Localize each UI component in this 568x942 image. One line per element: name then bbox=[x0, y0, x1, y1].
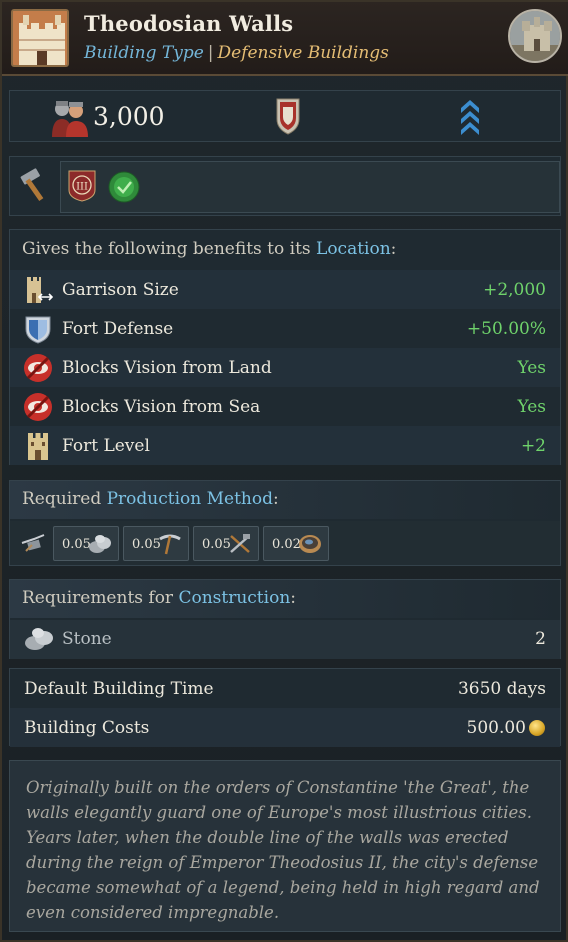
blocks-vision-icon bbox=[23, 353, 53, 383]
fort-defense-icon bbox=[23, 314, 53, 344]
hammer-icon bbox=[18, 168, 52, 202]
shield-icon bbox=[276, 97, 300, 135]
flavor-text-panel: Originally built on the orders of Consta… bbox=[9, 760, 561, 932]
location-portrait[interactable] bbox=[508, 9, 562, 63]
stone-icon bbox=[88, 533, 112, 555]
castle-icon bbox=[11, 9, 69, 67]
building-type-link[interactable]: Building Type bbox=[84, 43, 204, 63]
svg-text:III: III bbox=[76, 182, 88, 193]
requirements-section: Requirements for Construction: Stone 2 bbox=[9, 579, 561, 659]
production-input-chip[interactable]: 0.02 bbox=[263, 526, 329, 561]
bowl-icon bbox=[298, 533, 322, 555]
subtitle-separator: | bbox=[207, 43, 214, 63]
benefit-row[interactable]: Fort Defense +50.00% bbox=[10, 309, 560, 348]
production-input-chip[interactable]: 0.05 bbox=[53, 526, 119, 561]
building-time-value: 3650 days bbox=[457, 679, 546, 699]
stone-icon bbox=[24, 626, 54, 652]
gold-coin-icon bbox=[529, 720, 545, 736]
building-title: Theodosian Walls bbox=[84, 11, 294, 36]
production-method-icon[interactable] bbox=[20, 531, 46, 555]
building-tooltip: Theodosian Walls Building Type | Defensive… bbox=[0, 0, 568, 942]
benefit-row[interactable]: Fort Level +2 bbox=[10, 426, 560, 465]
garrison-icon bbox=[23, 275, 54, 305]
benefit-value: +2 bbox=[520, 436, 546, 456]
production-input-chip[interactable]: 0.05 bbox=[123, 526, 189, 561]
production-input-amount: 0.05 bbox=[132, 537, 161, 552]
costs-section: Default Building Time 3650 days Building… bbox=[9, 668, 561, 747]
benefit-value: +50.00% bbox=[466, 319, 546, 339]
requirements-heading: Requirements for Construction: bbox=[22, 588, 296, 608]
tools-icon bbox=[228, 533, 252, 555]
production-method-link[interactable]: Production Method bbox=[107, 489, 273, 509]
benefit-label: Blocks Vision from Sea bbox=[62, 397, 261, 417]
production-input-amount: 0.05 bbox=[202, 537, 231, 552]
enabled-check-icon bbox=[108, 171, 140, 203]
benefit-value: Yes bbox=[517, 358, 546, 378]
benefit-label: Garrison Size bbox=[62, 280, 179, 300]
requirements-heading-text: Requirements for bbox=[22, 588, 179, 608]
construction-link[interactable]: Construction bbox=[178, 588, 290, 608]
location-link[interactable]: Location bbox=[316, 239, 391, 259]
benefit-value: +2,000 bbox=[483, 280, 546, 300]
building-cost-row: Building Costs 500.00 bbox=[10, 708, 560, 747]
benefit-label: Fort Level bbox=[62, 436, 150, 456]
fort-level-icon bbox=[23, 431, 53, 461]
requirement-value: 2 bbox=[535, 629, 546, 649]
building-time-label: Default Building Time bbox=[24, 679, 214, 699]
building-category-link[interactable]: Defensive Buildings bbox=[218, 43, 389, 63]
production-items: 0.05 0.05 0.05 0.02 bbox=[10, 521, 560, 565]
production-heading: Required Production Method: bbox=[22, 489, 279, 509]
blocks-vision-icon bbox=[23, 392, 53, 422]
benefit-label: Fort Defense bbox=[62, 319, 174, 339]
benefit-row[interactable]: Garrison Size +2,000 bbox=[10, 270, 560, 309]
manpower-icon bbox=[48, 97, 92, 137]
building-subtitle: Building Type | Defensive Buildings bbox=[84, 43, 389, 63]
stats-row: 3,000 bbox=[9, 90, 561, 142]
manpower-value: 3,000 bbox=[93, 102, 165, 131]
benefits-heading: Gives the following benefits to its Loca… bbox=[22, 239, 396, 259]
production-input-chip[interactable]: 0.05 bbox=[193, 526, 259, 561]
benefit-row[interactable]: Blocks Vision from Land Yes bbox=[10, 348, 560, 387]
benefit-value: Yes bbox=[517, 397, 546, 417]
pickaxe-icon bbox=[158, 533, 182, 555]
tier-iii-badge: III bbox=[68, 170, 96, 202]
production-input-amount: 0.02 bbox=[272, 537, 301, 552]
flavor-text: Originally built on the orders of Consta… bbox=[26, 778, 540, 922]
benefits-heading-text: Gives the following benefits to its bbox=[22, 239, 317, 259]
requirement-label: Stone bbox=[62, 629, 112, 649]
rank-chevrons-icon bbox=[460, 98, 480, 136]
requirement-row[interactable]: Stone 2 bbox=[10, 620, 560, 659]
benefit-row[interactable]: Blocks Vision from Sea Yes bbox=[10, 387, 560, 426]
production-heading-colon: : bbox=[272, 489, 279, 509]
production-heading-text: Required bbox=[22, 489, 107, 509]
tooltip-header: Theodosian Walls Building Type | Defensive… bbox=[2, 2, 568, 76]
production-section: Required Production Method: 0.05 0.05 0.… bbox=[9, 480, 561, 566]
production-input-amount: 0.05 bbox=[62, 537, 91, 552]
requirements-heading-colon: : bbox=[290, 588, 296, 608]
building-time-row: Default Building Time 3650 days bbox=[10, 669, 560, 708]
building-cost-value: 500.00 bbox=[466, 718, 526, 738]
benefits-section: Gives the following benefits to its Loca… bbox=[9, 229, 561, 465]
tags-row: III bbox=[9, 156, 561, 216]
benefit-label: Blocks Vision from Land bbox=[62, 358, 272, 378]
building-cost-label: Building Costs bbox=[24, 718, 150, 738]
benefits-heading-colon: : bbox=[390, 239, 397, 259]
